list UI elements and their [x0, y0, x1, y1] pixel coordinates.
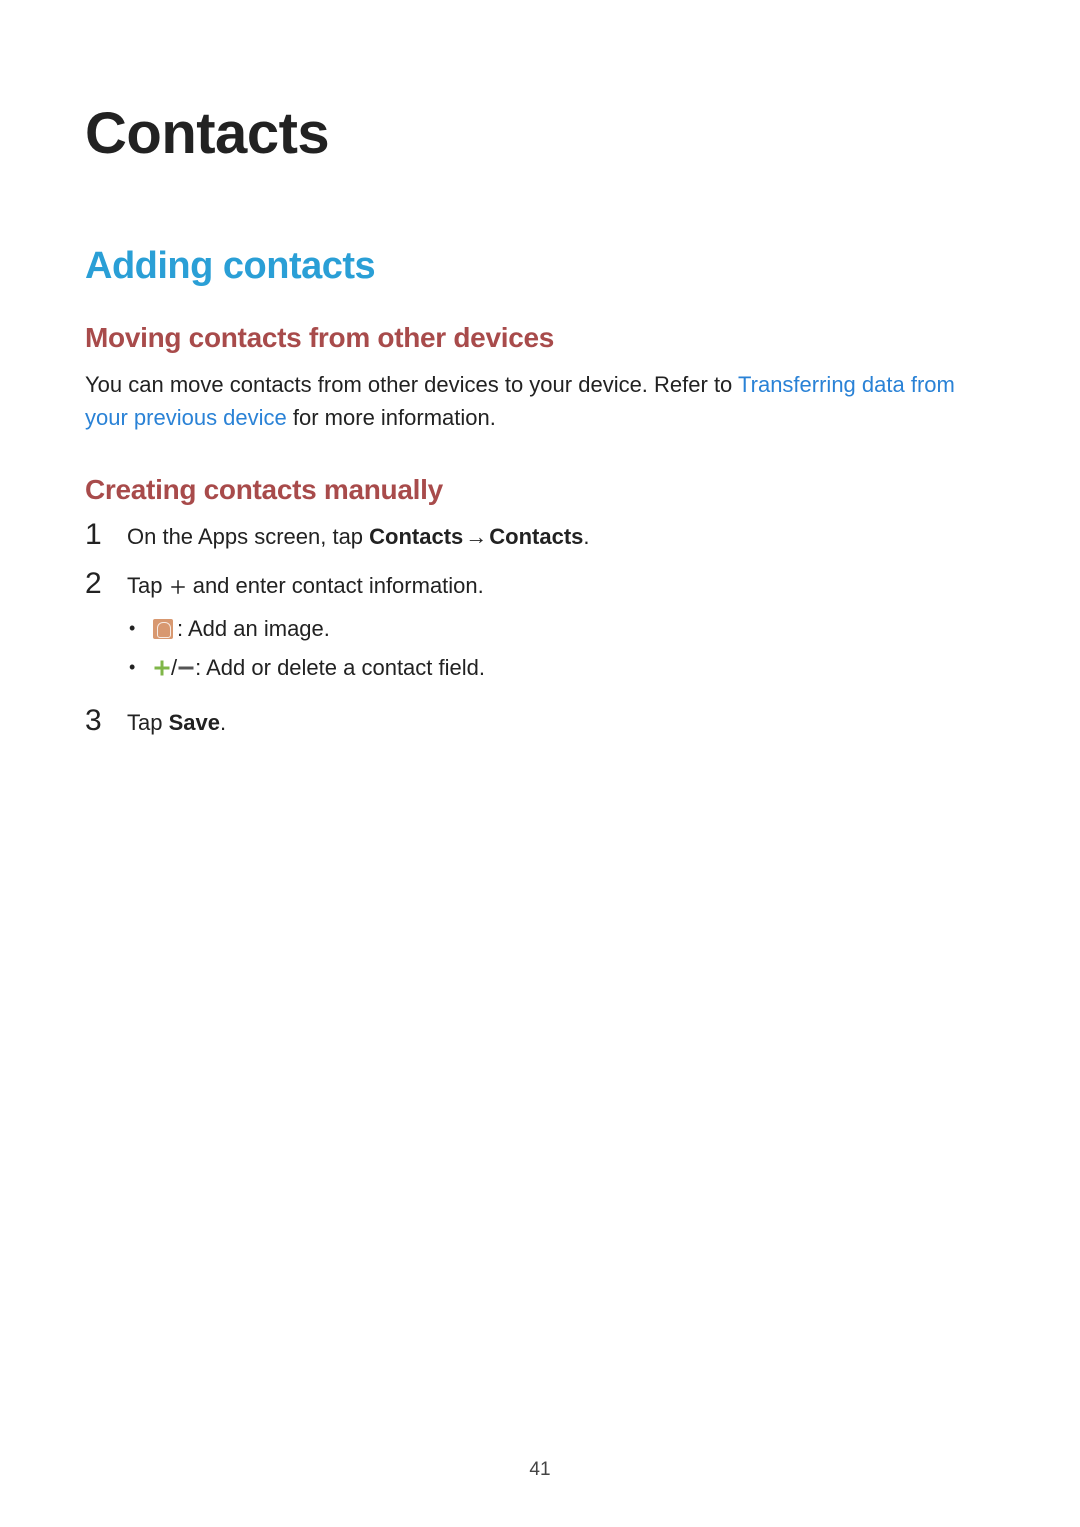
step-3: 3 Tap Save.: [85, 706, 995, 739]
minus-icon: [177, 659, 195, 677]
page-title: Contacts: [85, 100, 995, 167]
moving-text-post: for more information.: [287, 405, 496, 430]
step2-pre: Tap: [127, 573, 169, 598]
step1-bold2: Contacts: [489, 524, 583, 549]
arrow-icon: →: [463, 520, 489, 553]
step3-pre: Tap: [127, 710, 169, 735]
bullet-icon: •: [127, 615, 153, 642]
sublist-item-field: • / : Add or delete a contact field.: [127, 651, 995, 684]
step2-sublist: • : Add an image. • / : Add or delete a …: [127, 612, 995, 684]
step-body: Tap and enter contact information. • : A…: [127, 569, 995, 690]
step-1: 1 On the Apps screen, tap Contacts → Con…: [85, 520, 995, 553]
step-number: 1: [85, 520, 127, 550]
plus-icon: [153, 659, 171, 677]
step-body: Tap Save.: [127, 706, 995, 739]
page-number: 41: [0, 1459, 1080, 1481]
step1-post: .: [583, 524, 589, 549]
step-2: 2 Tap and enter contact information. • :…: [85, 569, 995, 690]
plus-icon: [169, 578, 187, 596]
subsection-title-moving: Moving contacts from other devices: [85, 322, 995, 354]
sublist-item-image: • : Add an image.: [127, 612, 995, 645]
contact-image-icon: [153, 619, 177, 639]
steps-list: 1 On the Apps screen, tap Contacts → Con…: [85, 520, 995, 739]
step3-post: .: [220, 710, 226, 735]
subsection-title-creating: Creating contacts manually: [85, 474, 995, 506]
moving-paragraph: You can move contacts from other devices…: [85, 368, 995, 434]
step1-bold1: Contacts: [369, 524, 463, 549]
step3-bold: Save: [169, 710, 220, 735]
moving-text-pre: You can move contacts from other devices…: [85, 372, 738, 397]
step-number: 2: [85, 569, 127, 599]
bullet-icon: •: [127, 654, 153, 681]
step-body: On the Apps screen, tap Contacts → Conta…: [127, 520, 995, 553]
sublist-item-image-text: : Add an image.: [177, 612, 330, 645]
sublist-item-field-text: : Add or delete a contact field.: [195, 651, 485, 684]
step-number: 3: [85, 706, 127, 736]
step1-pre: On the Apps screen, tap: [127, 524, 369, 549]
step2-post: and enter contact information.: [187, 573, 484, 598]
section-title-adding-contacts: Adding contacts: [85, 245, 995, 288]
